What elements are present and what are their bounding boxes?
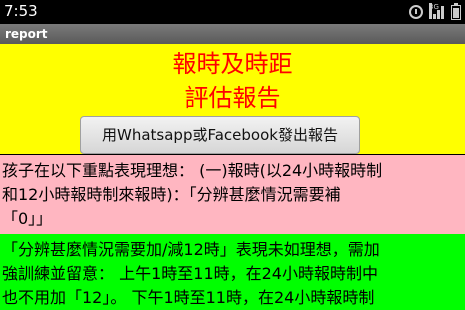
report-title-line2: 評估報告 bbox=[184, 84, 281, 112]
good-performance-text: 孩子在以下重點表現理想： (一)報時(以24小時報時制 和12小時報時制來報時)… bbox=[2, 161, 383, 228]
report-title-line1: 報時及時距 bbox=[172, 50, 293, 78]
network-type-label: 3G bbox=[429, 3, 439, 19]
cellular-signal-icon: 3G bbox=[429, 3, 445, 19]
needs-improvement-section: 「分辨甚麼情況需要加/減12時」表現未如理想，需加 強訓練並留意： 上午1時至1… bbox=[0, 234, 465, 310]
needs-improvement-text: 「分辨甚麼情況需要加/減12時」表現未如理想，需加 強訓練並留意： 上午1時至1… bbox=[2, 240, 380, 307]
app-title-bar: report bbox=[0, 24, 465, 44]
good-performance-section: 孩子在以下重點表現理想： (一)報時(以24小時報時制 和12小時報時制來報時)… bbox=[0, 155, 465, 234]
alarm-clock-icon bbox=[409, 5, 423, 19]
status-icons: 3G bbox=[409, 2, 461, 20]
status-bar: 7:53 3G bbox=[0, 0, 465, 24]
status-time: 7:53 bbox=[4, 2, 38, 20]
app-title: report bbox=[5, 27, 48, 41]
battery-icon bbox=[451, 2, 461, 20]
share-report-button[interactable]: 用Whatsapp或Facebook發出報告 bbox=[80, 116, 360, 154]
